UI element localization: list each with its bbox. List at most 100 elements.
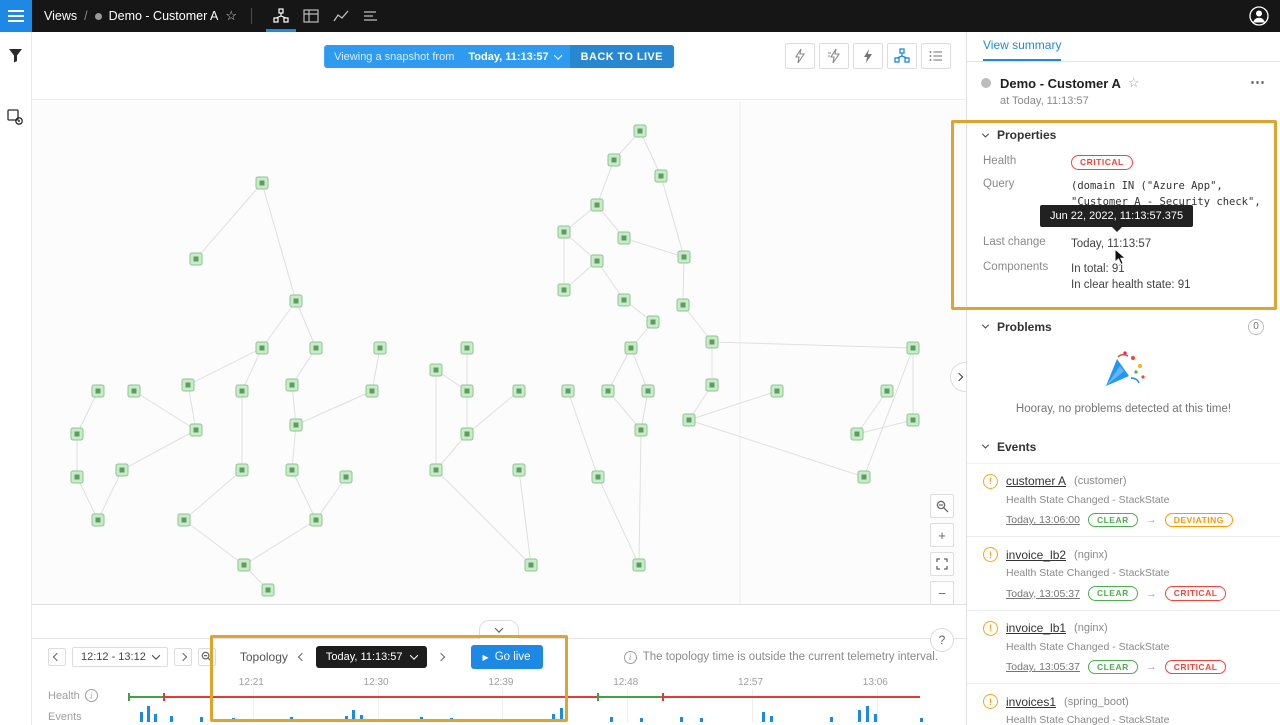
event-bar — [874, 714, 877, 722]
chevron-down-icon — [982, 130, 989, 137]
more-menu-button[interactable]: ⋯ — [1250, 75, 1266, 90]
event-detail: Health State Changed - StackState — [1006, 494, 1264, 506]
breadcrumb-views[interactable]: Views — [44, 9, 77, 23]
panel-tab-bar: View summary — [967, 32, 1280, 62]
event-from-state-badge: CLEAR — [1088, 586, 1138, 601]
topology-time-dropdown[interactable]: Today, 11:13:57 — [316, 646, 427, 668]
interval-zoom-out-button[interactable] — [198, 648, 216, 666]
properties-title: Properties — [997, 128, 1056, 142]
event-bar — [866, 706, 869, 722]
arrow-right-icon: → — [1146, 661, 1157, 673]
telemetry-notice: i The topology time is outside the curre… — [624, 651, 938, 664]
topology-time-previous-button[interactable] — [294, 648, 310, 666]
breadcrumb-separator: / — [84, 9, 87, 23]
tab-view-summary[interactable]: View summary — [983, 38, 1061, 61]
interval-dropdown[interactable]: 12:12 - 13:12 — [72, 647, 168, 667]
favorite-star-icon[interactable]: ☆ — [225, 8, 237, 24]
timeline-tick-label: 12:57 — [738, 677, 763, 688]
event-detail: Health State Changed - StackState — [1006, 641, 1264, 653]
favorite-star-icon[interactable]: ☆ — [1128, 75, 1140, 91]
event-list-item[interactable]: !invoices1(spring_boot)Health State Chan… — [967, 684, 1280, 725]
event-bar — [762, 712, 765, 722]
event-component-link[interactable]: invoice_lb1 — [1006, 621, 1066, 635]
last-change-value[interactable]: Today, 11:13:57 — [1071, 236, 1264, 253]
arrow-right-icon: → — [1146, 588, 1157, 600]
event-bar — [770, 716, 773, 722]
query-label: Query — [983, 178, 1071, 190]
telemetry-view-icon[interactable] — [326, 0, 356, 32]
events-section-header[interactable]: Events — [967, 427, 1280, 463]
event-bar — [140, 712, 143, 722]
bolt-lines-icon[interactable] — [819, 43, 849, 69]
interval-previous-button[interactable] — [48, 648, 66, 666]
event-bar — [610, 717, 613, 722]
health-row-label: Health i — [48, 689, 98, 702]
topology-view-icon[interactable] — [266, 0, 296, 32]
event-component-link[interactable]: invoices1 — [1006, 695, 1056, 709]
event-bar — [154, 714, 157, 722]
events-row-label: Events — [48, 711, 82, 723]
event-component-link[interactable]: invoice_lb2 — [1006, 548, 1066, 562]
go-live-button[interactable]: ▶Go live — [471, 645, 543, 669]
properties-section-header[interactable]: Properties — [967, 115, 1280, 151]
timeline: 12:12 - 13:12 Topology Today, 11:13:57 ▶… — [32, 604, 966, 725]
timeline-controls: 12:12 - 13:12 Topology Today, 11:13:57 ▶… — [32, 639, 966, 675]
fullscreen-button[interactable] — [930, 552, 954, 576]
event-bar — [700, 718, 703, 722]
panel-header: Demo - Customer A ☆ at Today, 11:13:57 ⋯ — [967, 62, 1280, 115]
topology-time-next-button[interactable] — [433, 648, 449, 666]
timeline-chart[interactable]: Health i Events 12:2112:3012:3912:4812:5… — [32, 675, 966, 725]
table-view-icon[interactable] — [296, 0, 326, 32]
event-list-item[interactable]: !invoice_lb1(nginx)Health State Changed … — [967, 611, 1280, 685]
help-button[interactable]: ? — [930, 628, 954, 652]
event-bar — [560, 708, 563, 722]
event-bar — [147, 706, 150, 722]
breadcrumb: Views / Demo - Customer A ☆ — [44, 8, 237, 24]
event-bar — [450, 718, 453, 722]
events-view-icon[interactable] — [356, 0, 386, 32]
topology-layout-icon[interactable] — [887, 43, 917, 69]
event-component-link[interactable]: customer A — [1006, 474, 1066, 488]
zoom-in-button[interactable]: + — [930, 523, 954, 547]
collapse-timeline-button[interactable] — [479, 620, 519, 639]
back-to-live-button[interactable]: BACK TO LIVE — [570, 45, 674, 68]
topology-graph-svg[interactable] — [32, 32, 966, 604]
zoom-controls: + − — [930, 494, 954, 605]
problems-count-badge: 0 — [1248, 319, 1264, 335]
banner-time-dropdown[interactable]: Today, 11:13:57 — [459, 51, 569, 63]
menu-button[interactable] — [0, 0, 32, 32]
timeline-track-area[interactable]: 12:2112:3012:3912:4812:5713:06 — [128, 675, 960, 725]
event-to-state-badge: DEVIATING — [1165, 513, 1233, 528]
play-icon: ▶ — [483, 653, 489, 662]
event-list-item[interactable]: !customer A(customer)Health State Change… — [967, 464, 1280, 538]
event-time-link[interactable]: Today, 13:06:00 — [1006, 514, 1080, 526]
event-bar — [830, 717, 833, 722]
interval-next-button[interactable] — [174, 648, 192, 666]
event-bar — [680, 717, 683, 722]
timestamp-tooltip: Jun 22, 2022, 11:13:57.375 — [1040, 205, 1193, 227]
bolt-filled-icon[interactable] — [853, 43, 883, 69]
problems-section: Problems 0 Hooray, no problems detected … — [967, 306, 1280, 427]
event-warning-icon: ! — [983, 694, 998, 709]
bolt-outline-icon[interactable] — [785, 43, 815, 69]
event-list-item[interactable]: !invoice_lb2(nginx)Health State Changed … — [967, 537, 1280, 611]
breadcrumb-view-name[interactable]: Demo - Customer A — [109, 9, 219, 23]
zoom-fit-button[interactable] — [930, 494, 954, 518]
zoom-out-button[interactable]: − — [930, 581, 954, 605]
event-time-link[interactable]: Today, 13:05:37 — [1006, 661, 1080, 673]
component-settings-button[interactable] — [5, 106, 27, 128]
problems-section-header[interactable]: Problems 0 — [967, 306, 1280, 344]
event-bar — [170, 716, 173, 722]
last-change-label: Last change — [983, 236, 1071, 248]
event-time-link[interactable]: Today, 13:05:37 — [1006, 588, 1080, 600]
info-icon: i — [624, 651, 637, 664]
view-state-dot — [95, 13, 102, 20]
filter-button[interactable] — [5, 44, 27, 66]
user-avatar[interactable] — [1248, 5, 1270, 27]
components-label: Components — [983, 261, 1071, 273]
panel-view-name: Demo - Customer A — [1000, 76, 1121, 91]
list-layout-icon[interactable] — [921, 43, 951, 69]
event-bar — [640, 718, 643, 722]
event-bar — [420, 717, 423, 722]
topbar-divider — [251, 8, 252, 24]
